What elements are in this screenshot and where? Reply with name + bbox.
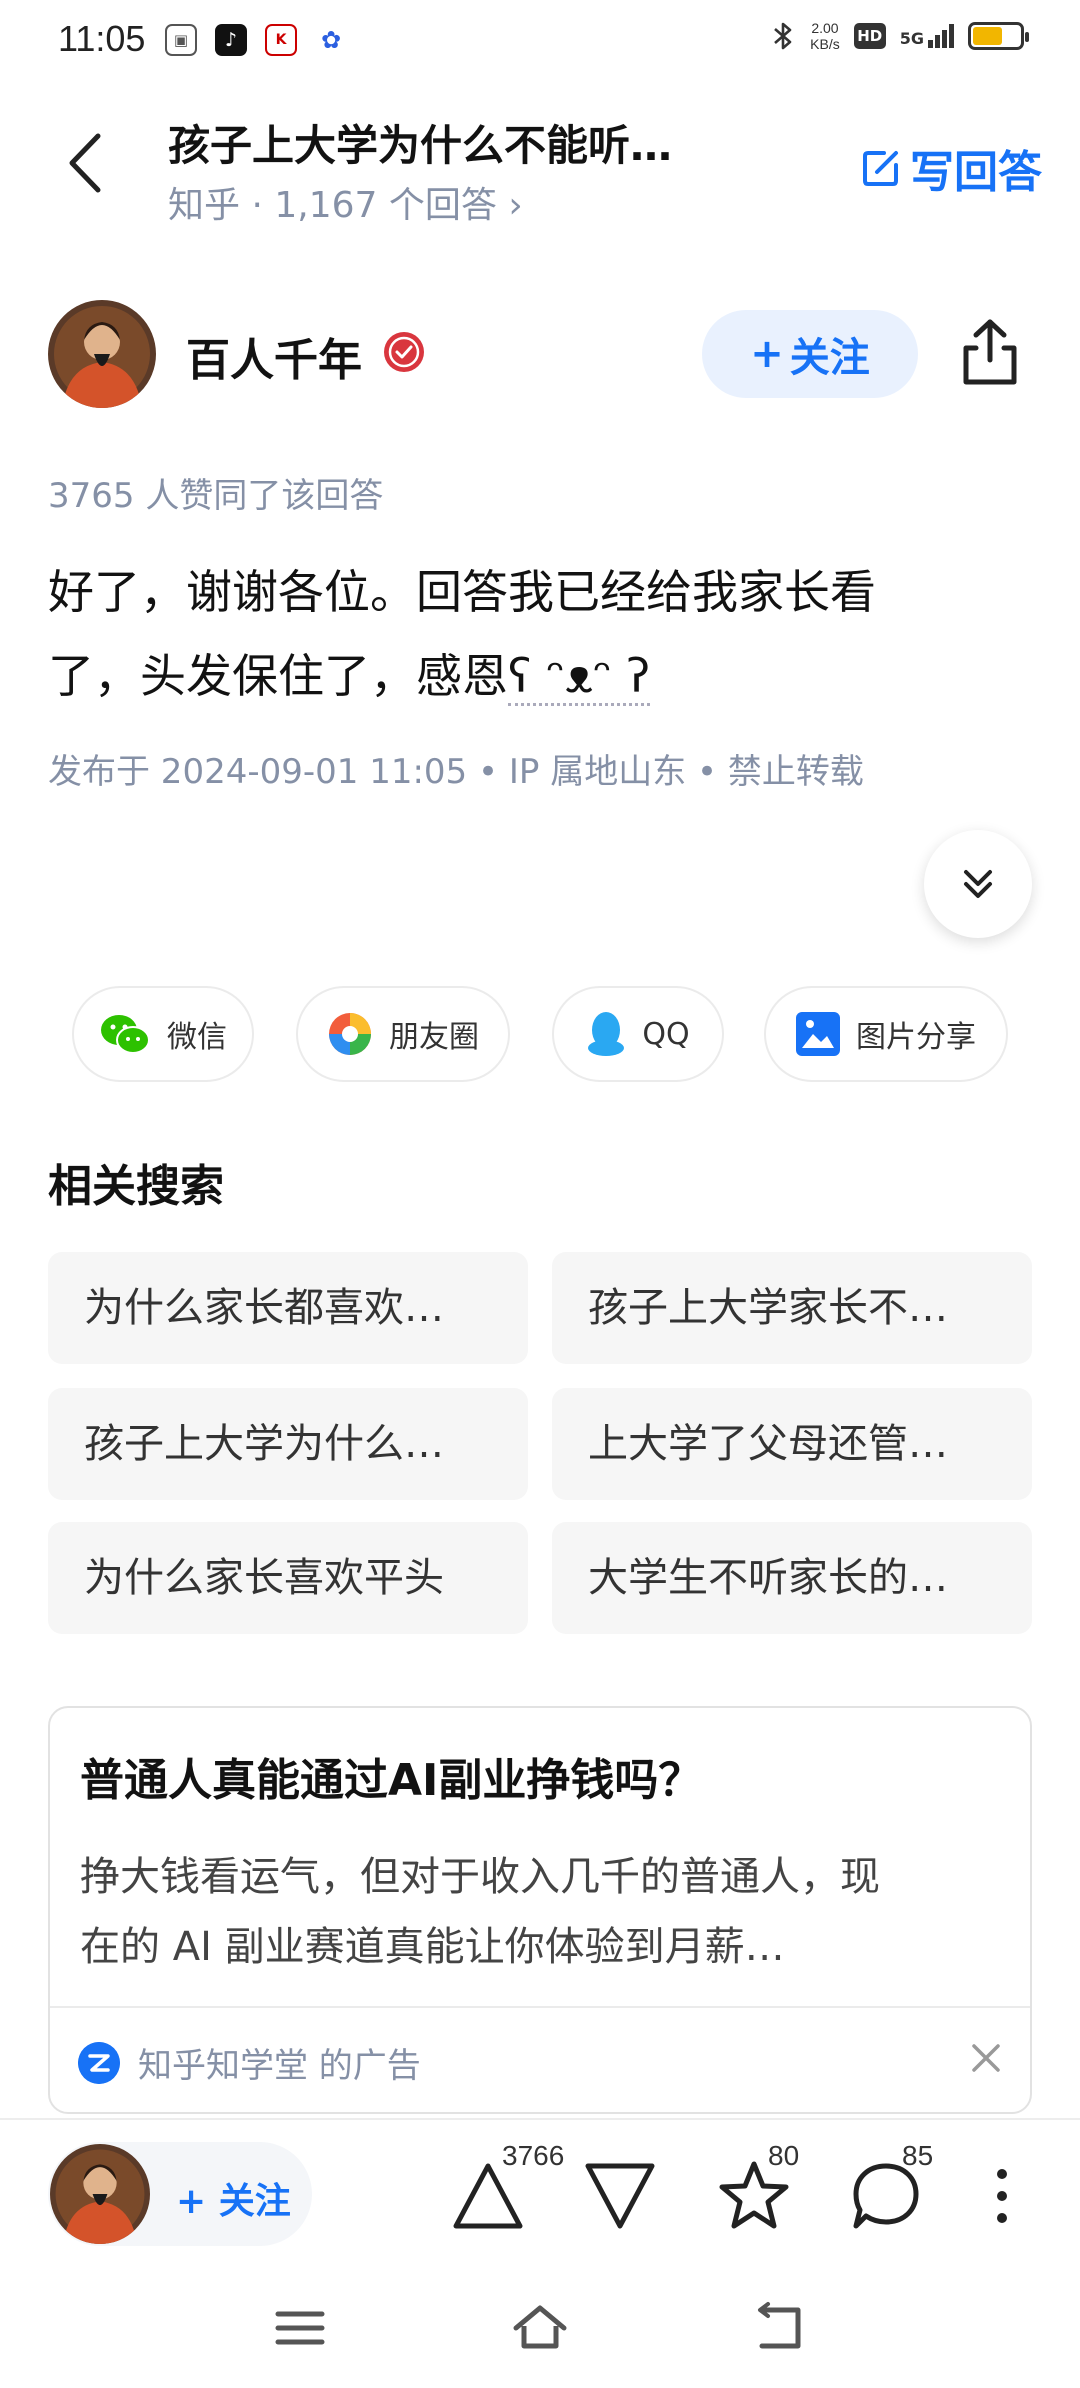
publish-meta: 发布于 2024-09-01 11:05 • IP 属地山东 • 禁止转载 [48, 744, 864, 793]
avatar-image [48, 300, 156, 408]
ad-title: 普通人真能通过AI副业挣钱吗？ [80, 1755, 703, 1806]
image-share-icon [796, 1012, 840, 1056]
write-answer-button[interactable]: 写回答 [860, 136, 1042, 200]
author-name[interactable]: 百人千年 [186, 324, 362, 388]
share-qq-button[interactable]: QQ [552, 986, 724, 1082]
bottom-follow-text: 关注 [218, 2181, 291, 2222]
more-options-icon[interactable] [982, 2158, 1022, 2234]
related-search-item[interactable]: 孩子上大学为什么… [48, 1388, 528, 1500]
wechat-icon [101, 1015, 150, 1054]
ad-card[interactable]: 普通人真能通过AI副业挣钱吗？ 挣大钱看运气，但对于收入几千的普通人，现 在的 … [48, 1706, 1032, 2114]
kfc-app-icon: K [265, 24, 297, 56]
moments-icon [329, 1013, 371, 1055]
separator-dot: • [697, 752, 728, 792]
ad-description-line-1: 挣大钱看运气，但对于收入几千的普通人，现 [80, 1854, 880, 1900]
question-subtitle[interactable]: 知乎 · 1,167 个回答 › [168, 176, 523, 228]
bottom-follow-button[interactable]: + 关注 [48, 2142, 312, 2246]
share-moments-button[interactable]: 朋友圈 [296, 986, 510, 1082]
verified-badge-icon [384, 332, 424, 372]
upvote-count: 3766 [502, 2140, 565, 2171]
status-bar: 11:05 ▣ ♪ K ✿ 2.00 KB/s HD 5G [0, 0, 1080, 84]
comment-count: 85 [902, 2140, 934, 2171]
system-nav-bar [0, 2268, 1080, 2388]
signal-label: 5G [899, 29, 924, 48]
related-search-title: 相关搜索 [48, 1161, 224, 1212]
close-icon[interactable] [964, 2036, 1008, 2080]
share-qq-label: QQ [642, 1016, 690, 1052]
chevron-right-icon: › [508, 185, 523, 226]
related-search-item[interactable]: 孩子上大学家长不… [552, 1252, 1032, 1364]
bottom-follow-label: + 关注 [176, 2181, 291, 2222]
signal-icon: 5G [900, 24, 954, 48]
expand-button[interactable] [924, 830, 1032, 938]
kaomoji[interactable]: ʕ ᵔᴥᵔ ʔ [508, 649, 651, 706]
share-row: 微信 朋友圈 QQ 图片分享 [72, 986, 1008, 1082]
answer-line-2-text: 了，头发保住了，感恩 [48, 649, 508, 703]
related-search-item[interactable]: 上大学了父母还管… [552, 1388, 1032, 1500]
back-arrow-icon[interactable] [58, 128, 114, 198]
share-image-button[interactable]: 图片分享 [764, 986, 1008, 1082]
plus-icon: + [750, 331, 784, 377]
separator-dot: · [251, 185, 275, 226]
question-title[interactable]: 孩子上大学为什么不能听… [168, 112, 728, 173]
hd-badge: HD [853, 23, 886, 49]
tiktok-app-icon: ♪ [215, 24, 247, 56]
share-wechat-button[interactable]: 微信 [72, 986, 254, 1082]
publish-date: 发布于 2024-09-01 11:05 [48, 752, 468, 792]
agree-count: 3765 人赞同了该回答 [48, 476, 384, 516]
write-answer-label: 写回答 [910, 147, 1042, 198]
back-nav-icon[interactable] [750, 2298, 810, 2358]
battery-icon [968, 22, 1029, 50]
favorite-count: 80 [768, 2140, 800, 2171]
net-speed: 2.00 KB/s [810, 20, 840, 52]
related-search-item[interactable]: 为什么家长喜欢平头 [48, 1522, 528, 1634]
menu-icon[interactable] [270, 2298, 330, 2358]
home-icon[interactable] [510, 2298, 570, 2358]
copyright-notice: 禁止转载 [727, 752, 864, 792]
author-avatar[interactable] [48, 300, 156, 408]
double-chevron-down-icon [964, 870, 992, 898]
zhixuetang-logo-icon [78, 2042, 120, 2084]
edit-icon [863, 151, 898, 186]
bottom-author-avatar [50, 2144, 150, 2244]
bluetooth-icon [774, 22, 792, 50]
ad-description-line-2: 在的 AI 副业赛道真能让你体验到月薪… [80, 1924, 785, 1970]
source-label: 知乎 [168, 185, 241, 226]
answer-line-1: 好了，谢谢各位。回答我已经给我家长看 [48, 565, 876, 619]
share-moments-label: 朋友圈 [389, 1020, 479, 1055]
status-app-icons: ▣ ♪ K ✿ [165, 24, 347, 56]
ad-footer: 知乎知学堂 的广告 [50, 2006, 1030, 2112]
share-wechat-label: 微信 [167, 1020, 227, 1055]
bottom-action-bar: + 关注 3766 80 85 [0, 2118, 1080, 2268]
net-speed-value: 2.00 [811, 20, 839, 36]
downvote-icon[interactable] [582, 2158, 658, 2234]
related-search-item[interactable]: 为什么家长都喜欢… [48, 1252, 528, 1364]
answer-content: 好了，谢谢各位。回答我已经给我家长看 了，头发保住了，感恩ʕ ᵔᴥᵔ ʔ [48, 550, 1008, 718]
follow-button[interactable]: + 关注 [702, 310, 918, 398]
status-time: 11:05 [58, 18, 146, 59]
related-search-item[interactable]: 大学生不听家长的… [552, 1522, 1032, 1634]
ad-description: 挣大钱看运气，但对于收入几千的普通人，现 在的 AI 副业赛道真能让你体验到月薪… [80, 1842, 1000, 1982]
net-speed-unit: KB/s [810, 36, 840, 52]
tv-app-icon: ▣ [165, 24, 197, 56]
separator-dot: • [478, 752, 509, 792]
status-right: 2.00 KB/s HD 5G [770, 20, 1029, 52]
avatar-image [50, 2144, 150, 2244]
baidu-app-icon: ✿ [315, 24, 347, 56]
ad-source: 知乎知学堂 的广告 [138, 2046, 421, 2086]
answer-line-2: 了，头发保住了，感恩ʕ ᵔᴥᵔ ʔ [48, 634, 1008, 718]
share-image-label: 图片分享 [856, 1020, 976, 1055]
answer-count: 1,167 个回答 [274, 185, 497, 226]
qq-icon [588, 1012, 625, 1056]
question-header: 孩子上大学为什么不能听… 知乎 · 1,167 个回答 › 写回答 [0, 100, 1080, 230]
follow-label: 关注 [789, 335, 870, 381]
share-icon[interactable] [956, 316, 1024, 388]
ip-location: IP 属地山东 [508, 752, 687, 792]
